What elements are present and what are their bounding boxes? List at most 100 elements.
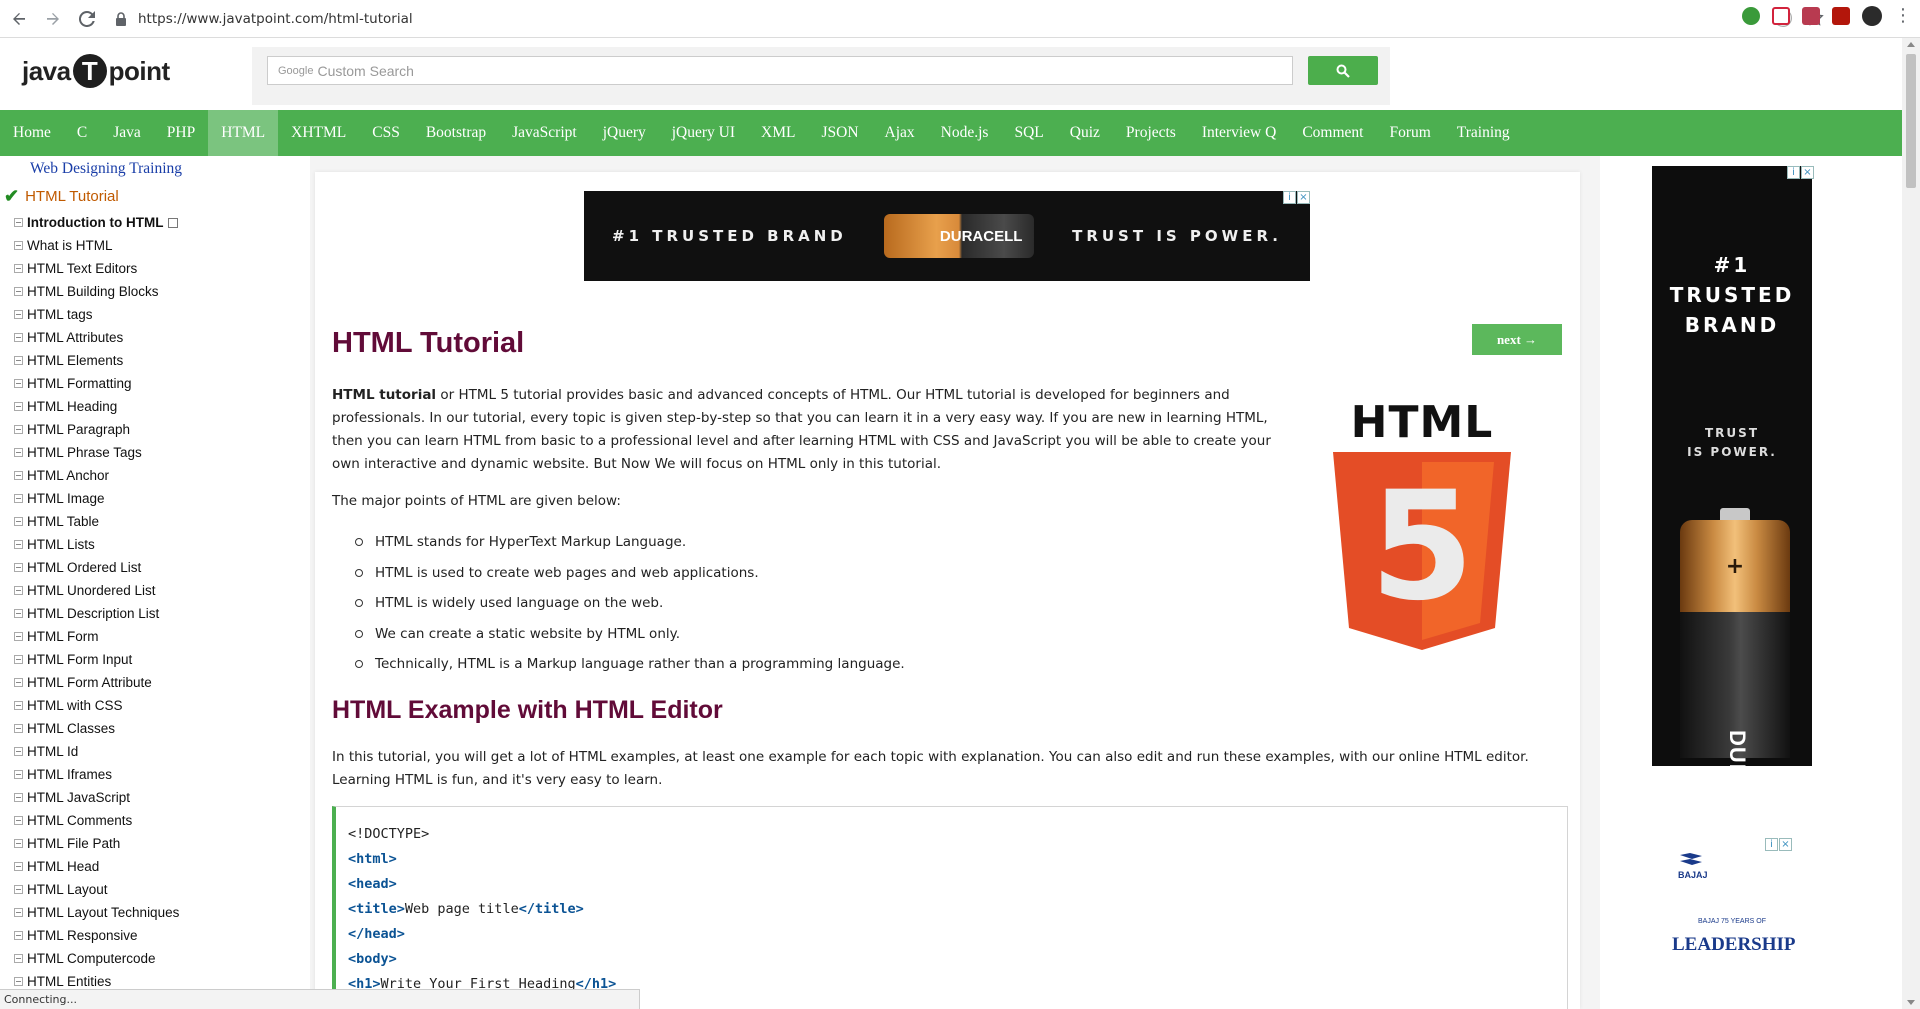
sidebar-item[interactable]: HTML Comments xyxy=(14,809,179,832)
nav-item-node-js[interactable]: Node.js xyxy=(928,110,1002,156)
sidebar-item[interactable]: HTML Iframes xyxy=(14,763,179,786)
address-bar[interactable]: https://www.javatpoint.com/html-tutorial xyxy=(114,4,1644,34)
nav-item-interview-q[interactable]: Interview Q xyxy=(1189,110,1289,156)
sidebar-training-link[interactable]: Web Designing Training xyxy=(30,160,182,178)
site-logo[interactable]: java T point xyxy=(22,54,170,88)
extension-pocket-icon[interactable] xyxy=(1772,7,1790,25)
nav-item-java[interactable]: Java xyxy=(100,110,154,156)
nav-item-html[interactable]: HTML xyxy=(208,110,279,156)
ad-bajaj-info-icon[interactable]: i xyxy=(1765,838,1778,851)
browser-menu-icon[interactable]: ⋮ xyxy=(1894,7,1912,25)
sidebar-item[interactable]: HTML Elements xyxy=(14,349,179,372)
sidebar-item[interactable]: HTML tags xyxy=(14,303,179,326)
nav-item-comment[interactable]: Comment xyxy=(1289,110,1376,156)
sidebar-item[interactable]: HTML Phrase Tags xyxy=(14,441,179,464)
scroll-thumb[interactable] xyxy=(1906,54,1916,188)
nav-item-c[interactable]: C xyxy=(64,110,100,156)
lock-icon xyxy=(116,11,126,26)
sidebar-item[interactable]: HTML Computercode xyxy=(14,947,179,970)
code-example[interactable]: <!DOCTYPE> <html> <head> <title> Web page… xyxy=(332,806,1568,1009)
sidebar-item[interactable]: HTML Description List xyxy=(14,602,179,625)
sidebar-item[interactable]: Introduction to HTML xyxy=(14,211,179,234)
profile-avatar[interactable] xyxy=(1862,6,1882,26)
back-button[interactable] xyxy=(4,4,34,34)
intro-paragraph: HTML tutorial or HTML 5 tutorial provide… xyxy=(332,384,1272,476)
nav-item-quiz[interactable]: Quiz xyxy=(1057,110,1113,156)
next-button[interactable]: next → xyxy=(1472,324,1562,355)
nav-item-projects[interactable]: Projects xyxy=(1113,110,1189,156)
nav-item-ajax[interactable]: Ajax xyxy=(872,110,928,156)
search-button[interactable] xyxy=(1308,56,1378,85)
sidebar-item[interactable]: HTML Id xyxy=(14,740,179,763)
nav-item-xhtml[interactable]: XHTML xyxy=(278,110,359,156)
url-text: https://www.javatpoint.com/html-tutorial xyxy=(138,10,413,27)
nav-item-javascript[interactable]: JavaScript xyxy=(499,110,590,156)
search-input[interactable]: Google Custom Search xyxy=(267,56,1293,85)
sidebar-item[interactable]: HTML Lists xyxy=(14,533,179,556)
sidebar-item[interactable]: HTML Paragraph xyxy=(14,418,179,441)
sidebar-item[interactable]: HTML Layout xyxy=(14,878,179,901)
ad-top-right-text: TRUST IS POWER. xyxy=(1072,227,1282,245)
sidebar-item[interactable]: HTML Image xyxy=(14,487,179,510)
sidebar-item[interactable]: HTML Unordered List xyxy=(14,579,179,602)
ad-banner-bajaj[interactable]: i × BAJAJ BAJAJ 75 YEARS OF LEADERSHIP xyxy=(1672,838,1796,1009)
sidebar-item[interactable]: HTML Formatting xyxy=(14,372,179,395)
points-intro: The major points of HTML are given below… xyxy=(332,493,621,509)
nav-item-php[interactable]: PHP xyxy=(154,110,208,156)
ad-bajaj-close-icon[interactable]: × xyxy=(1779,838,1792,851)
nav-item-training[interactable]: Training xyxy=(1444,110,1523,156)
expand-icon xyxy=(14,540,23,549)
sidebar-item-label: HTML Layout Techniques xyxy=(27,905,180,920)
sidebar-item[interactable]: HTML File Path xyxy=(14,832,179,855)
sidebar-item[interactable]: HTML Heading xyxy=(14,395,179,418)
sidebar-current-item[interactable]: ✔ HTML Tutorial xyxy=(4,186,119,207)
sidebar-item[interactable]: HTML Classes xyxy=(14,717,179,740)
ad-right-close-icon[interactable]: × xyxy=(1801,166,1814,179)
nav-item-jquery-ui[interactable]: jQuery UI xyxy=(659,110,748,156)
extension-green-icon[interactable] xyxy=(1742,7,1760,25)
extension-grid-icon[interactable] xyxy=(1802,7,1820,25)
sidebar-item[interactable]: HTML Table xyxy=(14,510,179,533)
ad-info-icon[interactable]: i xyxy=(1283,191,1296,204)
page-title: HTML Tutorial xyxy=(332,327,525,359)
sidebar-item[interactable]: HTML Anchor xyxy=(14,464,179,487)
ad-close-icon[interactable]: × xyxy=(1297,191,1310,204)
sidebar-item[interactable]: HTML Building Blocks xyxy=(14,280,179,303)
sidebar-item[interactable]: What is HTML xyxy=(14,234,179,257)
sidebar-item[interactable]: HTML Layout Techniques xyxy=(14,901,179,924)
nav-item-home[interactable]: Home xyxy=(0,110,64,156)
ad-banner-top[interactable]: #1 TRUSTED BRAND DURACELL TRUST IS POWER… xyxy=(584,191,1310,281)
nav-item-bootstrap[interactable]: Bootstrap xyxy=(413,110,499,156)
nav-item-sql[interactable]: SQL xyxy=(1001,110,1056,156)
sidebar-item[interactable]: HTML Ordered List xyxy=(14,556,179,579)
nav-item-forum[interactable]: Forum xyxy=(1376,110,1443,156)
sidebar-item[interactable]: HTML Text Editors xyxy=(14,257,179,280)
ad-right-info-icon[interactable]: i xyxy=(1787,166,1800,179)
sidebar-item-label: HTML Formatting xyxy=(27,376,132,391)
intro-bold: HTML tutorial xyxy=(332,387,437,403)
sidebar-item[interactable]: HTML with CSS xyxy=(14,694,179,717)
browser-toolbar: https://www.javatpoint.com/html-tutorial… xyxy=(0,0,1920,38)
forward-button[interactable] xyxy=(38,4,68,34)
page-scrollbar[interactable] xyxy=(1902,38,1920,1009)
sidebar-item[interactable]: HTML Responsive xyxy=(14,924,179,947)
sidebar-item[interactable]: HTML Head xyxy=(14,855,179,878)
scroll-down-icon[interactable] xyxy=(1907,1000,1915,1005)
sidebar-item[interactable]: HTML Attributes xyxy=(14,326,179,349)
sidebar-item-label: HTML with CSS xyxy=(27,698,123,713)
scroll-up-icon[interactable] xyxy=(1907,42,1915,47)
sidebar-item[interactable]: HTML JavaScript xyxy=(14,786,179,809)
nav-item-css[interactable]: CSS xyxy=(359,110,413,156)
ad-right-tagline: TRUST IS POWER. xyxy=(1687,426,1777,459)
reload-button[interactable] xyxy=(72,4,102,34)
ad-banner-right[interactable]: i × #1 TRUSTED BRAND TRUST IS POWER. + DU… xyxy=(1652,166,1814,859)
checkmark-icon: ✔ xyxy=(4,186,20,206)
code-line-1: <!DOCTYPE> xyxy=(348,825,430,842)
nav-item-xml[interactable]: XML xyxy=(748,110,808,156)
extension-pdf-icon[interactable] xyxy=(1832,7,1850,25)
sidebar-item[interactable]: HTML Form xyxy=(14,625,179,648)
sidebar-item[interactable]: HTML Form Input xyxy=(14,648,179,671)
nav-item-jquery[interactable]: jQuery xyxy=(590,110,659,156)
sidebar-item[interactable]: HTML Form Attribute xyxy=(14,671,179,694)
nav-item-json[interactable]: JSON xyxy=(808,110,871,156)
